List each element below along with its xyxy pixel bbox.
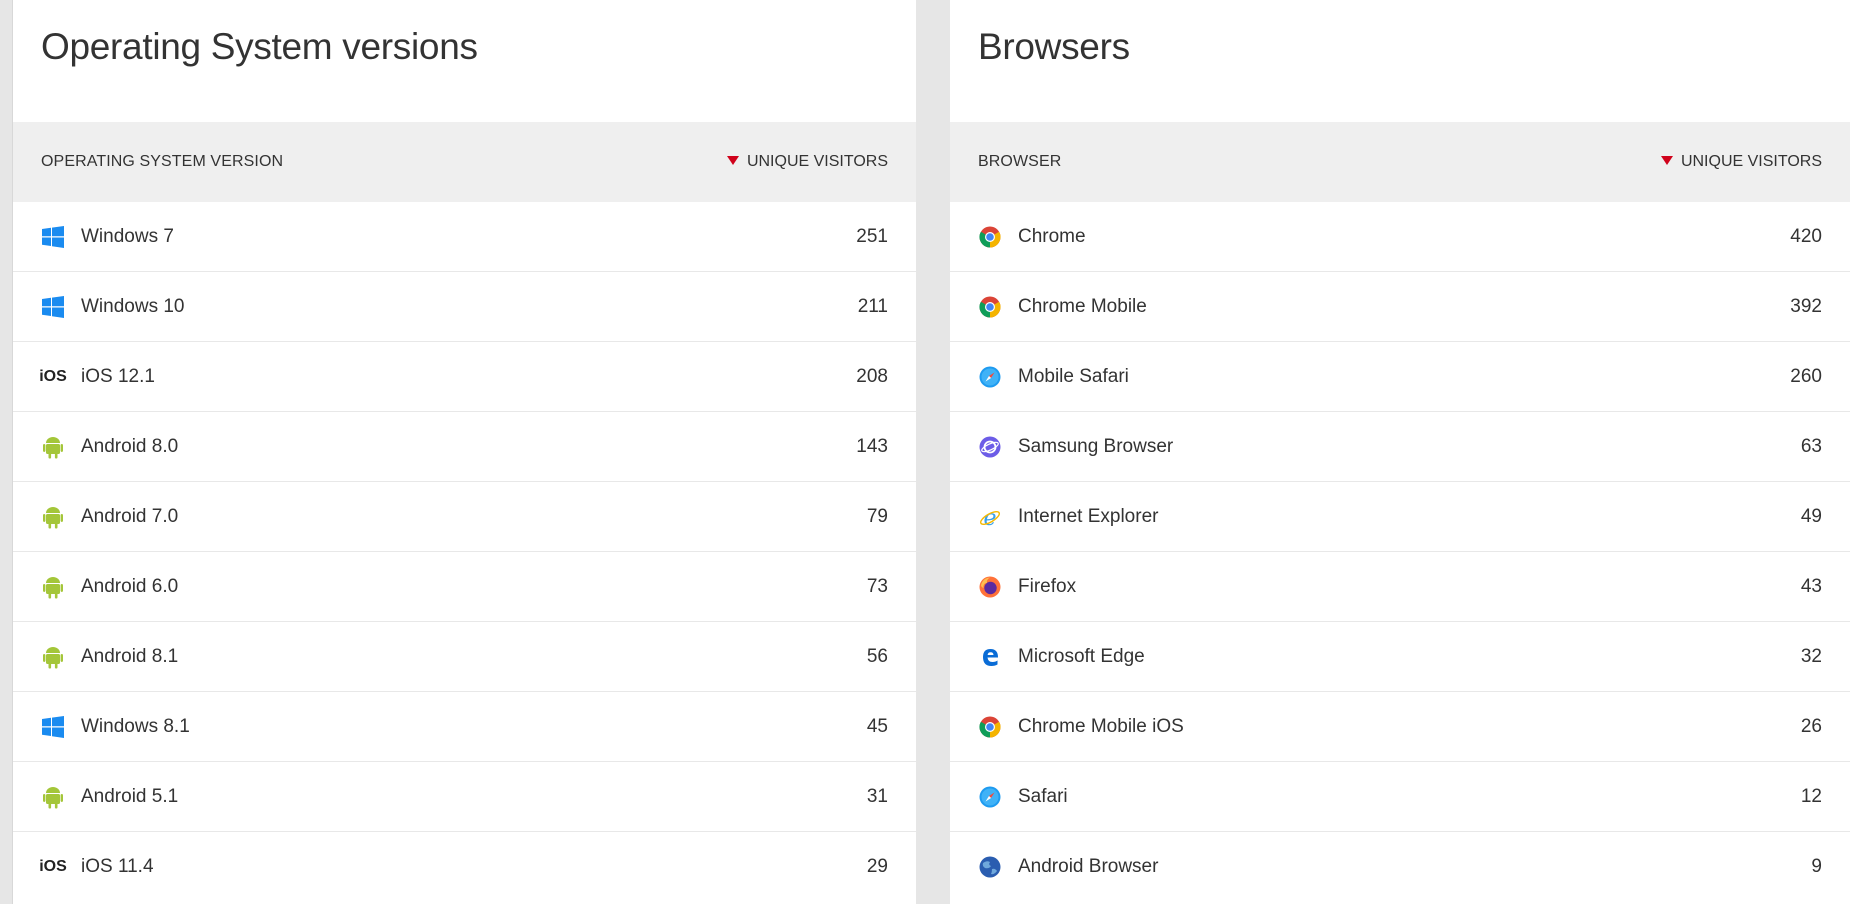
sort-descending-icon xyxy=(726,156,739,165)
sort-descending-icon xyxy=(1660,156,1673,165)
row-label[interactable]: Android 6.0 xyxy=(81,576,178,598)
row-value: 12 xyxy=(1800,786,1822,807)
table-row[interactable]: Firefox 43 xyxy=(950,552,1850,622)
column-header-unique-visitors[interactable]: UNIQUE VISITORS xyxy=(726,153,888,171)
row-label[interactable]: Chrome Mobile iOS xyxy=(1018,716,1184,738)
samsung-browser-icon xyxy=(978,435,1002,459)
table-row[interactable]: Windows 10 211 xyxy=(13,272,916,342)
row-label[interactable]: Chrome Mobile xyxy=(1018,296,1147,318)
safari-icon xyxy=(978,785,1002,809)
chrome-icon xyxy=(978,295,1002,319)
row-value: 32 xyxy=(1800,646,1822,667)
row-label[interactable]: Android 5.1 xyxy=(81,786,178,808)
row-value: 251 xyxy=(856,226,888,247)
table-row[interactable]: Android 8.0 143 xyxy=(13,412,916,482)
row-label[interactable]: Android 8.0 xyxy=(81,436,178,458)
row-value: 420 xyxy=(1790,226,1822,247)
column-header-unique-visitors[interactable]: UNIQUE VISITORS xyxy=(1660,153,1822,171)
android-icon xyxy=(41,645,65,669)
table-row[interactable]: Windows 8.1 45 xyxy=(13,692,916,762)
ios-icon-text: iOS xyxy=(39,858,67,875)
table-row[interactable]: Samsung Browser 63 xyxy=(950,412,1850,482)
browser-table-body: Chrome 420 Chrome Mobile 392 Mobile Safari 26… xyxy=(950,202,1850,902)
row-value: 29 xyxy=(866,856,888,877)
row-value: 56 xyxy=(866,646,888,667)
panel-title: Operating System versions xyxy=(41,26,478,67)
column-header-os-version[interactable]: OPERATING SYSTEM VERSION xyxy=(41,153,283,171)
column-header-label: UNIQUE VISITORS xyxy=(746,153,888,170)
os-table-body: Windows 7 251 Windows 10 211 iOS iOS 12.1 208 A… xyxy=(13,202,916,902)
column-header-browser[interactable]: BROWSER xyxy=(978,153,1061,171)
row-label[interactable]: Windows 7 xyxy=(81,226,174,248)
edge-icon xyxy=(978,645,1002,669)
row-label[interactable]: Android Browser xyxy=(1018,856,1158,878)
android-icon xyxy=(41,575,65,599)
windows-icon xyxy=(41,225,65,249)
android-browser-icon xyxy=(978,855,1002,879)
row-label[interactable]: Microsoft Edge xyxy=(1018,646,1145,668)
table-row[interactable]: Android 8.1 56 xyxy=(13,622,916,692)
table-header: OPERATING SYSTEM VERSION UNIQUE VISITORS xyxy=(13,122,916,202)
table-row[interactable]: Chrome Mobile iOS 26 xyxy=(950,692,1850,762)
os-versions-panel: Operating System versions OPERATING SYST… xyxy=(12,0,916,904)
chrome-icon xyxy=(978,225,1002,249)
table-row[interactable]: iOS iOS 12.1 208 xyxy=(13,342,916,412)
row-value: 26 xyxy=(1800,716,1822,737)
row-value: 260 xyxy=(1790,366,1822,387)
table-row[interactable]: Android 7.0 79 xyxy=(13,482,916,552)
table-row[interactable]: e Internet Explorer 49 xyxy=(950,482,1850,552)
row-value: 73 xyxy=(866,576,888,597)
table-row[interactable]: iOS iOS 11.4 29 xyxy=(13,832,916,902)
row-label[interactable]: Android 8.1 xyxy=(81,646,178,668)
row-label[interactable]: iOS 11.4 xyxy=(81,856,154,878)
table-row[interactable]: Android Browser 9 xyxy=(950,832,1850,902)
chrome-icon xyxy=(978,715,1002,739)
ios-icon: iOS xyxy=(39,855,67,879)
row-label[interactable]: iOS 12.1 xyxy=(81,366,155,388)
safari-icon xyxy=(978,365,1002,389)
table-row[interactable]: Mobile Safari 260 xyxy=(950,342,1850,412)
row-value: 45 xyxy=(866,716,888,737)
row-label[interactable]: Windows 10 xyxy=(81,296,185,318)
row-label[interactable]: Firefox xyxy=(1018,576,1076,598)
column-header-label: UNIQUE VISITORS xyxy=(1680,153,1822,170)
row-value: 49 xyxy=(1800,506,1822,527)
row-value: 31 xyxy=(866,786,888,807)
internet-explorer-icon: e xyxy=(978,505,1002,529)
row-label[interactable]: Chrome xyxy=(1018,226,1086,248)
windows-icon xyxy=(41,295,65,319)
table-row[interactable]: Chrome Mobile 392 xyxy=(950,272,1850,342)
row-label[interactable]: Windows 8.1 xyxy=(81,716,190,738)
android-icon xyxy=(41,785,65,809)
windows-icon xyxy=(41,715,65,739)
ios-icon-text: iOS xyxy=(39,368,67,385)
row-label[interactable]: Internet Explorer xyxy=(1018,506,1158,528)
row-label[interactable]: Mobile Safari xyxy=(1018,366,1129,388)
android-icon xyxy=(41,435,65,459)
ios-icon: iOS xyxy=(39,365,67,389)
row-value: 143 xyxy=(856,436,888,457)
table-row[interactable]: Chrome 420 xyxy=(950,202,1850,272)
row-label[interactable]: Samsung Browser xyxy=(1018,436,1173,458)
panel-title: Browsers xyxy=(978,26,1130,67)
row-value: 79 xyxy=(866,506,888,527)
browsers-panel: Browsers BROWSER UNIQUE VISITORS Chrome 4… xyxy=(950,0,1850,904)
row-value: 208 xyxy=(856,366,888,387)
row-value: 9 xyxy=(1811,856,1822,877)
table-row[interactable]: Android 5.1 31 xyxy=(13,762,916,832)
row-value: 392 xyxy=(1790,296,1822,317)
row-value: 63 xyxy=(1800,436,1822,457)
table-row[interactable]: Android 6.0 73 xyxy=(13,552,916,622)
row-label[interactable]: Android 7.0 xyxy=(81,506,178,528)
table-header: BROWSER UNIQUE VISITORS xyxy=(950,122,1850,202)
row-value: 43 xyxy=(1800,576,1822,597)
row-label[interactable]: Safari xyxy=(1018,786,1068,808)
row-value: 211 xyxy=(857,296,888,317)
table-row[interactable]: Microsoft Edge 32 xyxy=(950,622,1850,692)
android-icon xyxy=(41,505,65,529)
table-row[interactable]: Safari 12 xyxy=(950,762,1850,832)
table-row[interactable]: Windows 7 251 xyxy=(13,202,916,272)
firefox-icon xyxy=(978,575,1002,599)
